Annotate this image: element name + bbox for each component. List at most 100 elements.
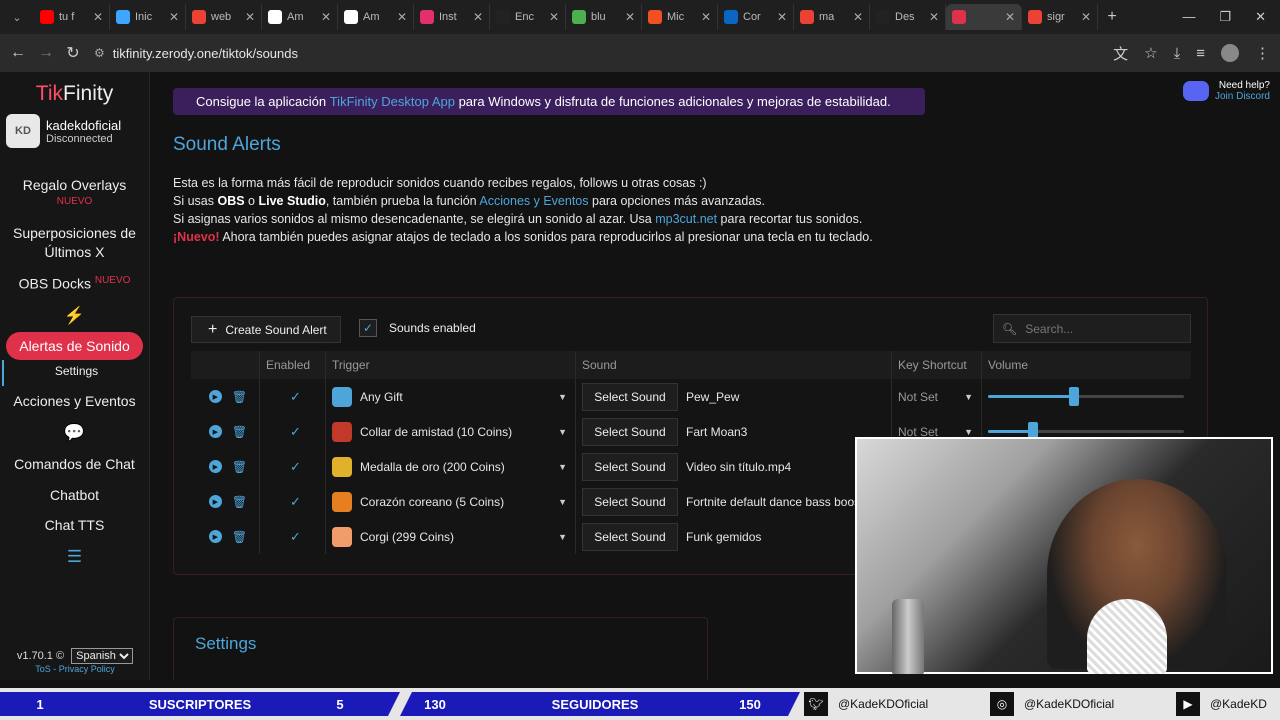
close-tab-icon[interactable]: ✕ <box>321 10 331 24</box>
privacy-link[interactable]: Privacy Policy <box>59 664 115 674</box>
translate-icon[interactable]: 文 <box>1113 43 1128 64</box>
browser-tab[interactable]: Des ✕ <box>870 4 946 30</box>
sidebar-item-obs-docks[interactable]: OBS Docks NUEVO <box>0 268 149 300</box>
tos-link[interactable]: ToS <box>35 664 51 674</box>
sounds-enabled-toggle[interactable]: ✓ Sounds enabled <box>359 319 476 337</box>
close-tab-icon[interactable]: ✕ <box>853 10 863 24</box>
trash-icon[interactable]: 🗑︎ <box>232 425 247 439</box>
desktop-app-link[interactable]: TikFinity Desktop App <box>330 94 455 109</box>
play-icon[interactable]: ▶ <box>208 495 222 508</box>
key-shortcut-select[interactable]: Not Set ▼ <box>891 379 981 414</box>
instagram-handle: ◎ @KadeKDOficial <box>986 692 1172 716</box>
trigger-select[interactable]: Collar de amistad (10 Coins) ▼ <box>325 414 575 449</box>
sidebar-subitem-settings[interactable]: Settings <box>2 359 149 386</box>
browser-tab[interactable]: Inst ✕ <box>414 4 490 30</box>
browser-tab[interactable]: blu ✕ <box>566 4 642 30</box>
browser-tab[interactable]: Am ✕ <box>338 4 414 30</box>
close-tab-icon[interactable]: ✕ <box>169 10 179 24</box>
checkmark-icon[interactable]: ✓ <box>359 319 377 337</box>
close-tab-icon[interactable]: ✕ <box>397 10 407 24</box>
download-icon[interactable]: ⤓ <box>1174 45 1181 62</box>
select-sound-button[interactable]: Select Sound <box>582 522 678 551</box>
sidebar-item-alertas-de-sonido[interactable]: Alertas de Sonido <box>6 331 143 360</box>
browser-tab[interactable]: ma ✕ <box>794 4 870 30</box>
create-sound-alert-button[interactable]: + Create Sound Alert <box>191 316 341 343</box>
browser-tab[interactable]: sigr ✕ <box>1022 4 1098 30</box>
sidebar-item-chatbot[interactable]: Chatbot <box>0 480 149 511</box>
browser-tab[interactable]: Inic ✕ <box>110 4 186 30</box>
trash-icon[interactable]: 🗑︎ <box>232 530 247 544</box>
browser-tab[interactable]: web ✕ <box>186 4 262 30</box>
browser-tab[interactable]: Mic ✕ <box>642 4 718 30</box>
enabled-checkbox[interactable]: ✓ <box>290 389 301 405</box>
profile-icon[interactable] <box>1221 44 1239 62</box>
browser-tab[interactable]: tu f ✕ <box>34 4 110 30</box>
select-sound-button[interactable]: Select Sound <box>582 382 678 411</box>
sidebar-item-chat-tts[interactable]: Chat TTS <box>0 510 149 541</box>
play-icon[interactable]: ▶ <box>208 425 222 438</box>
forward-icon[interactable]: → <box>38 44 54 62</box>
mp3cut-link[interactable]: mp3cut.net <box>655 212 717 226</box>
sidebar-item-regalo-overlays[interactable]: Regalo Overlays NUEVO <box>0 170 149 214</box>
close-tab-icon[interactable]: ✕ <box>93 10 103 24</box>
trigger-select[interactable]: Medalla de oro (200 Coins) ▼ <box>325 449 575 484</box>
browser-tab[interactable]: Am ✕ <box>262 4 338 30</box>
close-tab-icon[interactable]: ✕ <box>929 10 939 24</box>
select-sound-button[interactable]: Select Sound <box>582 452 678 481</box>
close-tab-icon[interactable]: ✕ <box>777 10 787 24</box>
enabled-checkbox[interactable]: ✓ <box>290 459 301 475</box>
select-sound-button[interactable]: Select Sound <box>582 417 678 446</box>
discord-help[interactable]: Need help? Join Discord <box>1182 80 1270 102</box>
trigger-select[interactable]: Corgi (299 Coins) ▼ <box>325 519 575 554</box>
language-select[interactable]: Spanish <box>71 648 134 664</box>
close-tab-icon[interactable]: ✕ <box>473 10 483 24</box>
play-icon[interactable]: ▶ <box>208 390 222 403</box>
trash-icon[interactable]: 🗑︎ <box>232 390 247 404</box>
tab-label: web <box>211 11 232 23</box>
reload-icon[interactable]: ↻ <box>66 43 80 63</box>
enabled-checkbox[interactable]: ✓ <box>290 494 301 510</box>
site-info-icon[interactable]: ⚙ <box>94 46 105 60</box>
logo[interactable]: TikFinity <box>0 82 149 106</box>
close-window-icon[interactable]: ✕ <box>1255 9 1266 25</box>
sidebar-item-comandos-de-chat[interactable]: Comandos de Chat <box>0 449 149 480</box>
sidebar-item-superposiciones[interactable]: Superposiciones de Últimos X <box>0 218 149 268</box>
trigger-select[interactable]: Any Gift ▼ <box>325 379 575 414</box>
browser-tab[interactable]: Enc ✕ <box>490 4 566 30</box>
bookmark-star-icon[interactable]: ☆ <box>1144 44 1157 62</box>
maximize-icon[interactable]: ❐ <box>1219 9 1231 25</box>
select-sound-button[interactable]: Select Sound <box>582 487 678 516</box>
back-icon[interactable]: ← <box>10 44 26 62</box>
join-discord-link[interactable]: Join Discord <box>1215 91 1270 102</box>
media-control-icon[interactable]: ≡ <box>1196 45 1205 62</box>
trash-icon[interactable]: 🗑︎ <box>232 495 247 509</box>
close-tab-icon[interactable]: ✕ <box>1081 10 1091 24</box>
browser-tab[interactable]: ✕ <box>946 4 1022 30</box>
enabled-checkbox[interactable]: ✓ <box>290 424 301 440</box>
close-tab-icon[interactable]: ✕ <box>245 10 255 24</box>
search-input[interactable]: 🔍︎ Search... <box>993 314 1191 343</box>
browser-menu-icon[interactable]: ⋮ <box>1255 44 1270 62</box>
minimize-icon[interactable]: — <box>1182 9 1195 25</box>
user-card[interactable]: KD kadekdoficial Disconnected <box>0 106 149 156</box>
play-icon[interactable]: ▶ <box>208 530 222 543</box>
close-tab-icon[interactable]: ✕ <box>625 10 635 24</box>
acciones-eventos-link[interactable]: Acciones y Eventos <box>479 194 588 208</box>
volume-slider[interactable] <box>988 387 1184 406</box>
browser-tab[interactable]: Cor ✕ <box>718 4 794 30</box>
trigger-select[interactable]: Corazón coreano (5 Coins) ▼ <box>325 484 575 519</box>
volume-slider[interactable] <box>988 422 1184 441</box>
play-icon[interactable]: ▶ <box>208 460 222 473</box>
sound-name: Funk gemidos <box>686 529 762 544</box>
close-tab-icon[interactable]: ✕ <box>701 10 711 24</box>
row-sound: Select Sound Video sin título.mp4 <box>575 449 891 484</box>
volume-thumb[interactable] <box>1069 387 1080 406</box>
close-tab-icon[interactable]: ✕ <box>549 10 559 24</box>
url-field[interactable]: ⚙ tikfinity.zerody.one/tiktok/sounds <box>94 39 1100 67</box>
sidebar-item-acciones-y-eventos[interactable]: Acciones y Eventos <box>0 386 149 417</box>
tab-search-icon[interactable]: ⌄ <box>0 11 34 24</box>
trash-icon[interactable]: 🗑︎ <box>232 460 247 474</box>
close-tab-icon[interactable]: ✕ <box>1005 10 1015 24</box>
new-tab-icon[interactable]: + <box>1098 8 1126 26</box>
enabled-checkbox[interactable]: ✓ <box>290 529 301 545</box>
